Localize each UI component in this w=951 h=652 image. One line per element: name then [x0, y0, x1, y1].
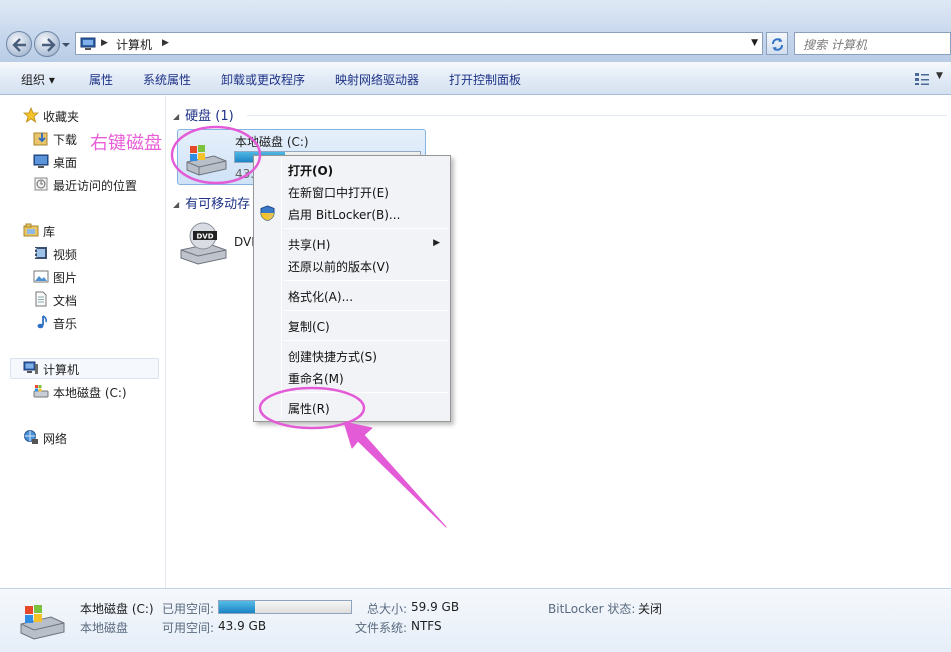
- menu-separator: [284, 340, 448, 341]
- menu-icon-gutter: [281, 158, 282, 419]
- documents-icon: [35, 291, 47, 307]
- menu-item-rename[interactable]: 重命名(M): [288, 370, 344, 387]
- map-network-drive-button[interactable]: 映射网络驱动器: [335, 71, 419, 88]
- menu-item-open-new-window[interactable]: 在新窗口中打开(E): [288, 184, 389, 201]
- view-options-dropdown-icon[interactable]: ▼: [936, 71, 943, 81]
- breadcrumb-separator-icon[interactable]: ▶: [101, 38, 108, 48]
- desktop-icon: [33, 154, 49, 168]
- network-globe-icon: [24, 430, 38, 444]
- organize-button[interactable]: 组织 ▾: [21, 71, 55, 88]
- forward-arrow-icon: [42, 38, 56, 52]
- address-field[interactable]: ▶ 计算机 ▶ ▼: [75, 32, 763, 55]
- menu-item-share[interactable]: 共享(H): [288, 236, 330, 253]
- refresh-button[interactable]: [766, 32, 788, 55]
- menu-item-copy[interactable]: 复制(C): [288, 318, 330, 335]
- group-divider: [247, 115, 947, 116]
- group-header-hard-disks[interactable]: ◢ 硬盘 (1): [173, 105, 234, 124]
- breadcrumb-separator-icon[interactable]: ▶: [162, 38, 169, 48]
- details-drive-type: 本地磁盘: [80, 621, 129, 635]
- video-icon: [35, 247, 47, 259]
- context-menu: 打开(O) 在新窗口中打开(E) 启用 BitLocker(B)... 共享(H…: [253, 155, 451, 422]
- uninstall-program-button[interactable]: 卸载或更改程序: [221, 71, 305, 88]
- annotation-right-click-disk: 右键磁盘: [90, 133, 162, 154]
- svg-text:DVD: DVD: [196, 233, 213, 241]
- details-free-value: 43.9 GB: [218, 619, 267, 633]
- change-view-icon[interactable]: [914, 72, 930, 86]
- details-fs-label: 文件系统:: [355, 621, 408, 635]
- dvd-drive-name[interactable]: DVI: [234, 235, 255, 249]
- computer-icon: [23, 361, 38, 374]
- navigation-pane: 收藏夹 下载 桌面 最近访问的位置 库 视频 图片 文档 音乐 计算机 本地磁盘…: [0, 96, 166, 588]
- drive-free-space: 43.: [235, 167, 255, 181]
- pictures-icon: [33, 270, 49, 283]
- details-bitlocker-label: BitLocker 状态:: [548, 602, 636, 616]
- star-icon: [23, 107, 39, 123]
- uac-shield-icon: [260, 205, 275, 221]
- menu-separator: [284, 280, 448, 281]
- menu-item-open[interactable]: 打开(O): [288, 162, 333, 179]
- menu-item-properties[interactable]: 属性(R): [288, 400, 330, 417]
- back-arrow-icon: [12, 38, 26, 52]
- details-free-label: 可用空间:: [162, 621, 215, 635]
- libraries-icon: [23, 223, 39, 237]
- music-note-icon: [37, 315, 47, 329]
- menu-item-restore-previous-versions[interactable]: 还原以前的版本(V): [288, 258, 390, 275]
- hard-drive-icon: [33, 385, 49, 398]
- details-drive-name: 本地磁盘 (C:): [80, 602, 154, 616]
- details-total-value: 59.9 GB: [411, 600, 460, 614]
- menu-item-enable-bitlocker[interactable]: 启用 BitLocker(B)...: [288, 206, 400, 223]
- forward-button[interactable]: [34, 31, 60, 57]
- details-bitlocker-value: 关闭: [638, 602, 663, 616]
- system-properties-button[interactable]: 系统属性: [143, 71, 191, 88]
- recent-pages-dropdown-icon[interactable]: [62, 41, 70, 49]
- menu-separator: [284, 392, 448, 393]
- collapse-triangle-icon[interactable]: ◢: [173, 200, 179, 209]
- group-header-removable[interactable]: ◢ 有可移动存: [173, 193, 250, 212]
- details-pane: 本地磁盘 (C:) 本地磁盘 已用空间: 可用空间: 43.9 GB 总大小: …: [0, 588, 951, 652]
- address-dropdown-icon[interactable]: ▼: [751, 38, 758, 48]
- menu-separator: [284, 310, 448, 311]
- search-input[interactable]: 搜索 计算机: [794, 32, 951, 55]
- search-placeholder: 搜索 计算机: [803, 38, 867, 52]
- breadcrumb-computer[interactable]: 计算机: [116, 36, 152, 53]
- properties-button[interactable]: 属性: [89, 71, 113, 88]
- details-usage-bar: [218, 600, 352, 614]
- back-button[interactable]: [6, 31, 32, 57]
- details-fs-value: NTFS: [411, 619, 442, 633]
- windows-drive-icon: [186, 145, 227, 176]
- downloads-folder-icon: [33, 132, 48, 146]
- menu-item-create-shortcut[interactable]: 创建快捷方式(S): [288, 348, 377, 365]
- command-bar: 组织 ▾ 属性 系统属性 卸载或更改程序 映射网络驱动器 打开控制面板 ▼: [0, 62, 951, 95]
- collapse-triangle-icon[interactable]: ◢: [173, 112, 179, 121]
- details-usage-fill: [219, 601, 255, 613]
- address-bar-area: ▶ 计算机 ▶ ▼ 搜索 计算机: [0, 0, 951, 62]
- menu-separator: [284, 228, 448, 229]
- details-used-label: 已用空间:: [162, 602, 215, 616]
- refresh-icon: [772, 38, 783, 51]
- drive-name: 本地磁盘 (C:): [235, 135, 309, 149]
- details-total-label: 总大小:: [367, 602, 408, 616]
- submenu-arrow-icon: ▶: [433, 238, 440, 248]
- computer-icon: [80, 37, 96, 50]
- dvd-drive-icon[interactable]: DVD: [179, 220, 229, 266]
- open-control-panel-button[interactable]: 打开控制面板: [449, 71, 521, 88]
- recent-places-icon: [34, 177, 48, 191]
- windows-drive-icon: [20, 605, 65, 640]
- menu-item-format[interactable]: 格式化(A)...: [288, 288, 353, 305]
